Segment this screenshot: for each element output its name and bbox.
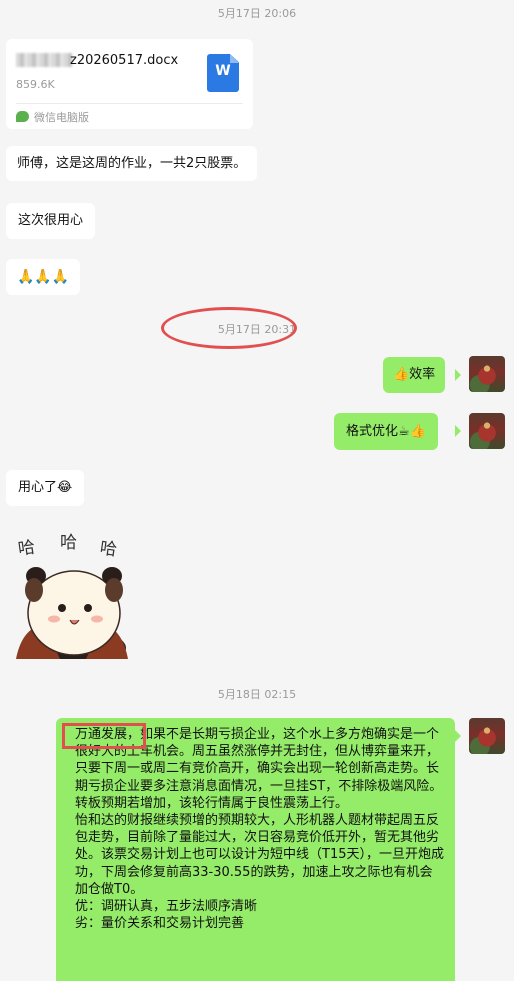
incoming-message[interactable]: 🙏🙏🙏	[6, 259, 81, 295]
message-paragraph: 劣：量价关系和交易计划完善	[75, 916, 245, 932]
wechat-icon	[16, 111, 29, 122]
incoming-message[interactable]: 用心了😂	[6, 470, 85, 506]
sticker-text: 哈	[99, 538, 119, 560]
file-message-card[interactable]: z20260517.docx 859.6K W 微信电脑版	[6, 39, 253, 129]
avatar[interactable]	[469, 356, 505, 392]
divider	[16, 103, 243, 104]
bubble-tail	[455, 425, 461, 437]
file-name: z20260517.docx	[70, 53, 179, 68]
word-icon-letter: W	[215, 63, 231, 79]
red-ellipse-annotation	[161, 307, 297, 349]
file-size: 859.6K	[16, 78, 55, 91]
file-source-label: 微信电脑版	[34, 111, 89, 124]
message-paragraph: 优：调研认真，五步法顺序清晰	[75, 899, 258, 915]
avatar[interactable]	[469, 718, 505, 754]
bubble-tail	[455, 369, 461, 381]
outgoing-message[interactable]: 👍效率	[383, 357, 446, 393]
blurred-filename-region	[16, 53, 72, 67]
outgoing-long-message[interactable]: 万通发展，如果不是长期亏损企业，这个水上多方炮确实是一个很好大的上车机会。周五虽…	[56, 718, 455, 981]
timestamp: 5月17日 20:06	[217, 7, 297, 20]
outgoing-message[interactable]: 格式优化☕👍	[334, 413, 438, 450]
message-paragraph: 怡和达的财报继续预增的预期较大，人形机器人题材带起周五反包走势，目前除了量能过大…	[75, 813, 444, 897]
red-box-annotation	[62, 723, 146, 749]
avatar[interactable]	[469, 413, 505, 449]
sticker-text: 哈	[17, 538, 37, 560]
timestamp: 5月18日 02:15	[217, 688, 297, 701]
incoming-message[interactable]: 师傅，这是这周的作业，一共2只股票。	[6, 146, 258, 181]
panda-sticker[interactable]: 哈 哈 哈	[14, 528, 130, 659]
bubble-tail	[455, 730, 461, 742]
sticker-text: 哈	[60, 533, 77, 553]
incoming-message[interactable]: 这次很用心	[6, 203, 96, 239]
